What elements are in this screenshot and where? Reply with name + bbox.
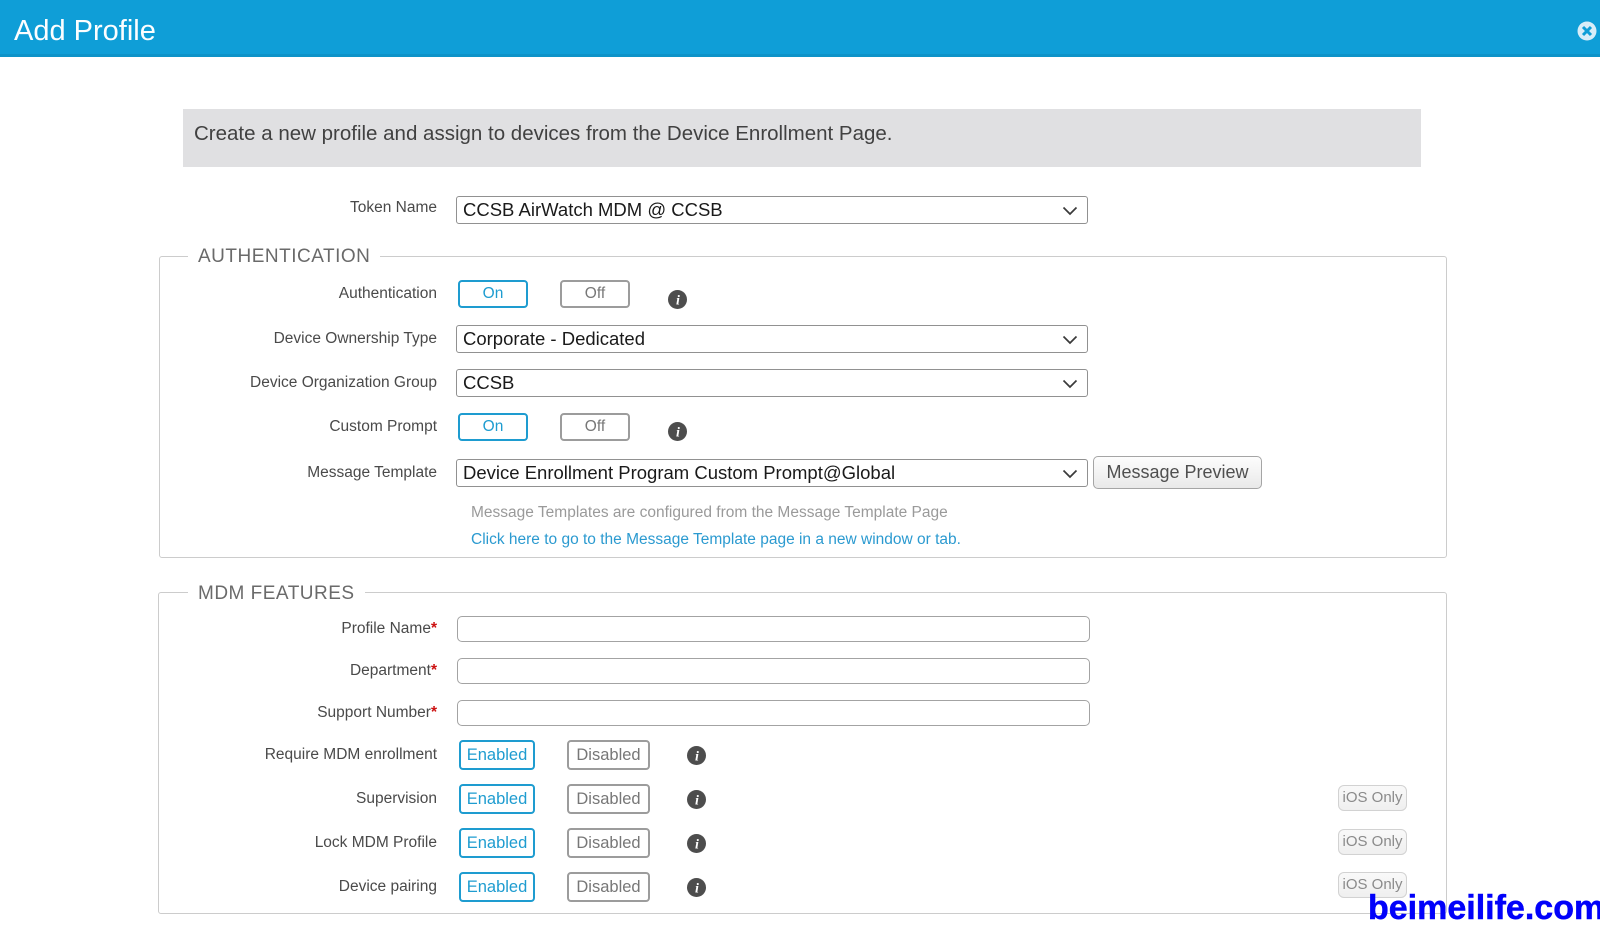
svg-text:i: i <box>676 426 680 441</box>
svg-text:i: i <box>695 882 699 897</box>
svg-text:i: i <box>676 294 680 309</box>
svg-text:i: i <box>695 750 699 765</box>
svg-text:i: i <box>695 838 699 853</box>
svg-text:i: i <box>695 794 699 809</box>
